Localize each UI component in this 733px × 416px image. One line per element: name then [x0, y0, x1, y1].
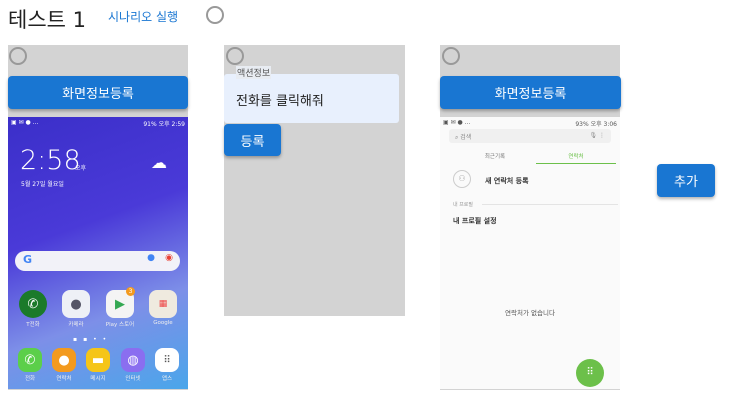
dock-contacts-icon[interactable]: ● — [52, 348, 76, 372]
dock-messages-icon[interactable]: ▬ — [86, 348, 110, 372]
empty-message: 연락처가 없습니다 — [505, 309, 555, 317]
add-button[interactable]: 추가 — [657, 164, 715, 197]
phone-screenshot-home: ▣ ✉ ● … 91% 오후 2:59 2:58 오후 5월 27일 월요일 ☁ … — [8, 117, 188, 389]
dock-label: 메시지 — [90, 376, 106, 382]
page-title: 테스트 1 — [8, 8, 86, 32]
weather-cloud-icon: ☁ — [151, 153, 167, 172]
register-screen-button[interactable]: 화면정보등록 — [440, 76, 621, 109]
dock-apps-icon[interactable]: ⠿ — [155, 348, 179, 372]
status-bar-text: 93% 오후 3:06 — [575, 121, 617, 128]
app-label: T전화 — [26, 322, 40, 328]
header-radio[interactable] — [206, 6, 224, 24]
action-info-label: 액션정보 — [236, 66, 272, 79]
register-screen-button[interactable]: 화면정보등록 — [8, 76, 188, 109]
app-t-phone-icon[interactable]: ✆ — [19, 290, 47, 318]
panel2-radio[interactable] — [226, 47, 244, 65]
tab-contacts[interactable]: 연락처 — [536, 152, 616, 164]
divider — [482, 204, 618, 205]
new-contact-item[interactable]: 새 연락처 등록 — [485, 176, 529, 186]
google-search-bar[interactable]: G ● ◉ — [15, 251, 180, 271]
app-camera-icon[interactable]: ● — [62, 290, 90, 318]
mic-more-icon: 🎙 ⋮ — [589, 132, 605, 139]
date: 5월 27일 월요일 — [21, 181, 64, 188]
app-label: Google — [153, 320, 173, 326]
dialpad-fab-icon[interactable]: ⠿ — [576, 359, 604, 387]
add-contact-icon[interactable]: ⚇ — [453, 170, 471, 188]
page-indicator: ▪▪•• — [73, 336, 113, 343]
phone-screenshot-contacts: ▣ ✉ ● … 93% 오후 3:06 ⌕ 검색 🎙 ⋮ 최근기록 연락처 ⚇ 새 … — [440, 117, 620, 389]
section-label: 내 프로필 — [453, 202, 473, 208]
status-bar-text: 91% 오후 2:59 — [143, 121, 185, 128]
register-action-button[interactable]: 등록 — [224, 124, 281, 156]
action-info-field[interactable]: 전화를 클릭해줘 — [224, 74, 399, 123]
clock-ampm: 오후 — [75, 165, 87, 172]
contacts-search-input[interactable]: ⌕ 검색 🎙 ⋮ — [449, 129, 611, 143]
lens-icon: ◉ — [165, 253, 173, 263]
profile-settings-item[interactable]: 내 프로필 설정 — [453, 216, 497, 226]
search-placeholder: 검색 — [460, 134, 472, 141]
mic-icon: ● — [147, 253, 155, 263]
tab-recent[interactable]: 최근기록 — [455, 152, 535, 160]
panel1-radio[interactable] — [9, 47, 27, 65]
dock-internet-icon[interactable]: ◍ — [121, 348, 145, 372]
panel3-radio[interactable] — [442, 47, 460, 65]
app-google-folder-icon[interactable]: ▦ — [149, 290, 177, 318]
app-label: Play 스토어 — [105, 322, 135, 328]
play-badge: 3 — [126, 287, 135, 296]
run-scenario-link[interactable]: 시나리오 실행 — [108, 8, 178, 25]
dock-phone-icon[interactable]: ✆ — [18, 348, 42, 372]
app-label: 카메라 — [68, 322, 84, 328]
dock-label: 앱스 — [161, 376, 173, 382]
clock: 2:58 — [20, 145, 81, 176]
action-info-value[interactable]: 전화를 클릭해줘 — [224, 74, 399, 125]
